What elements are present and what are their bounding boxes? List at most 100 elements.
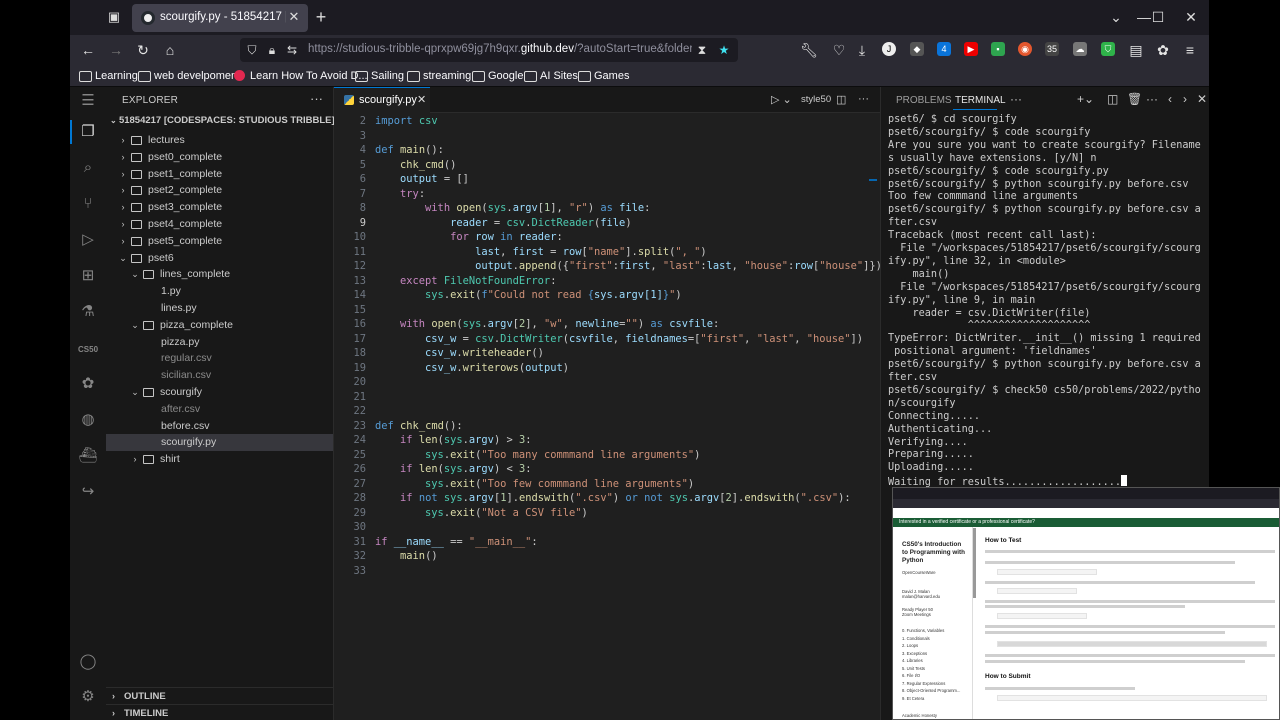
cs50-icon[interactable]: CS50	[78, 340, 98, 360]
code-line[interactable]: 21	[334, 390, 880, 405]
code-line[interactable]: 24 if len(sys.argv) > 3:	[334, 433, 880, 448]
shield-extension-icon[interactable]: ⛉	[1101, 42, 1115, 56]
tree-folder[interactable]: › pset0_complete	[106, 149, 333, 166]
tab-problems[interactable]: PROBLEMS	[896, 95, 952, 106]
tree-file[interactable]: scourgify.py	[106, 434, 333, 452]
home-button[interactable]: ⌂	[161, 41, 179, 59]
code-line[interactable]: 6 output = []	[334, 172, 880, 187]
code-line[interactable]: 17 csv_w = csv.DictWriter(csvfile, field…	[334, 332, 880, 347]
source-control-icon[interactable]: ⑂	[78, 194, 98, 214]
gear-icon[interactable]: ⚙	[78, 687, 98, 707]
tree-folder[interactable]: › pset5_complete	[106, 233, 333, 250]
run-python-icon[interactable]: ▷ ⌄	[771, 93, 792, 106]
outline-section[interactable]: › OUTLINE	[106, 687, 333, 704]
bookmark-folder[interactable]: AI Sites	[524, 69, 578, 83]
run-debug-icon[interactable]: ▷	[78, 230, 98, 250]
new-terminal-icon[interactable]: +⌄	[1077, 92, 1094, 106]
extensions-icon[interactable]: ⊞	[78, 266, 98, 286]
tree-folder[interactable]: ⌄ pset6	[106, 250, 333, 267]
more-actions-icon[interactable]: ···	[858, 93, 869, 105]
github-icon[interactable]: ◍	[78, 410, 98, 430]
wrench-icon[interactable]: 🔧︎	[800, 41, 818, 59]
tree-file[interactable]: 1.py	[106, 283, 333, 300]
tree-folder[interactable]: ⌄ pizza_complete	[106, 317, 333, 334]
chevron-down-icon[interactable]: ⌄	[130, 266, 140, 283]
style50-button[interactable]: style50	[801, 94, 831, 105]
bookmark-folder[interactable]: web develpoment	[138, 69, 240, 83]
extension-icon[interactable]: ◆	[910, 42, 924, 56]
code-line[interactable]: 11 last, first = row["name"].split(", ")	[334, 245, 880, 260]
more-actions-icon[interactable]: ···	[1146, 92, 1158, 106]
code-line[interactable]: 20	[334, 375, 880, 390]
reader-icon[interactable]: ▤	[1127, 41, 1145, 59]
chevron-right-icon[interactable]: ›	[118, 132, 128, 149]
code-line[interactable]: 25 sys.exit("Too many commmand line argu…	[334, 448, 880, 463]
code-line[interactable]: 29 sys.exit("Not a CSV file")	[334, 506, 880, 521]
extension-page-icon[interactable]: ⧗	[694, 42, 710, 58]
extensions-puzzle-icon[interactable]: ✿	[1154, 41, 1172, 59]
menu-icon[interactable]: ≡	[1181, 41, 1199, 59]
permissions-icon[interactable]: ⇆	[284, 42, 300, 58]
live-share-icon[interactable]: ↪	[78, 482, 98, 502]
code-line[interactable]: 15	[334, 303, 880, 318]
chevron-right-icon[interactable]: ›	[118, 199, 128, 216]
code-line[interactable]: 2 import csv	[334, 114, 880, 129]
code-line[interactable]: 28 if not sys.argv[1].endswith(".csv") o…	[334, 491, 880, 506]
pocket-icon[interactable]: ♡	[830, 41, 848, 59]
maximize-button[interactable]: ☐	[1146, 8, 1166, 26]
bookmark-folder[interactable]: streaming	[407, 69, 471, 83]
tree-folder[interactable]: › shirt	[106, 451, 333, 468]
new-tab-button[interactable]: +	[312, 8, 330, 26]
code-line[interactable]: 23 def chk_cmd():	[334, 419, 880, 434]
code-line[interactable]: 26 if len(sys.argv) < 3:	[334, 462, 880, 477]
code-line[interactable]: 22	[334, 404, 880, 419]
chevron-right-icon[interactable]: ›	[118, 233, 128, 250]
extension-icon[interactable]: ☁	[1073, 42, 1087, 56]
tree-folder[interactable]: › pset4_complete	[106, 216, 333, 233]
tree-file[interactable]: regular.csv	[106, 350, 333, 367]
bookmark-link[interactable]: Learn How To Avoid D...	[234, 69, 368, 83]
downloads-icon[interactable]: ⤓	[853, 41, 871, 59]
code-line[interactable]: 16 with open(sys.argv[2], "w", newline="…	[334, 317, 880, 332]
tree-file[interactable]: lines.py	[106, 300, 333, 317]
tree-folder[interactable]: › pset2_complete	[106, 182, 333, 199]
menu-icon[interactable]: ☰	[78, 91, 98, 111]
code-line[interactable]: 5 chk_cmd()	[334, 158, 880, 173]
bookmark-folder[interactable]: Learning	[79, 69, 138, 83]
testing-flask-icon[interactable]: ⚗	[78, 302, 98, 322]
editor-tab-scourgify[interactable]: scourgify.py ✕	[334, 87, 430, 113]
reload-button[interactable]: ↻	[134, 41, 152, 59]
workspace-header[interactable]: ⌄ 51854217 [CODESPACES: STUDIOUS TRIBBLE…	[110, 115, 335, 126]
chevron-down-icon[interactable]: ⌄	[1106, 8, 1126, 26]
shield-icon[interactable]: ⛉	[244, 42, 260, 58]
forward-button[interactable]: →	[107, 41, 125, 59]
close-panel-icon[interactable]: ✕	[1197, 92, 1207, 106]
code-line[interactable]: 31 if __name__ == "__main__":	[334, 535, 880, 550]
code-line[interactable]: 4 def main():	[334, 143, 880, 158]
extension-icon[interactable]: 35	[1045, 42, 1059, 56]
explorer-icon[interactable]: ❐	[78, 122, 98, 142]
code-line[interactable]: 13 except FileNotFoundError:	[334, 274, 880, 289]
bookmark-folder[interactable]: Google	[472, 69, 523, 83]
code-line[interactable]: 7 try:	[334, 187, 880, 202]
close-window-button[interactable]: ✕	[1181, 8, 1201, 26]
code-line[interactable]: 3	[334, 129, 880, 144]
code-line[interactable]: 27 sys.exit("Too few commmand line argum…	[334, 477, 880, 492]
split-editor-icon[interactable]: ◫	[836, 93, 846, 106]
lock-icon[interactable]: 🔒︎	[264, 42, 280, 58]
chevron-right-icon[interactable]: ›	[118, 216, 128, 233]
more-actions-icon[interactable]: ···	[310, 91, 323, 106]
chevron-down-icon[interactable]: ⌄	[118, 250, 128, 267]
tree-file[interactable]: after.csv	[106, 401, 333, 418]
tab-list-icon[interactable]: ▣	[106, 9, 122, 25]
bookmark-star-icon[interactable]: ★	[716, 42, 732, 58]
url-text[interactable]: https://studious-tribble-qprxpw69jg7h9qx…	[308, 43, 692, 55]
tree-folder[interactable]: › pset3_complete	[106, 199, 333, 216]
tree-folder[interactable]: ⌄ scourgify	[106, 384, 333, 401]
tree-file[interactable]: before.csv	[106, 418, 333, 435]
browser-tab-active[interactable]: scourgify.py - 51854217 [Codes ✕	[132, 4, 308, 32]
code-line[interactable]: 30	[334, 520, 880, 535]
chevron-right-icon[interactable]: ›	[118, 149, 128, 166]
extension-icon[interactable]: ▪	[991, 42, 1005, 56]
back-button[interactable]: ←	[79, 41, 97, 59]
